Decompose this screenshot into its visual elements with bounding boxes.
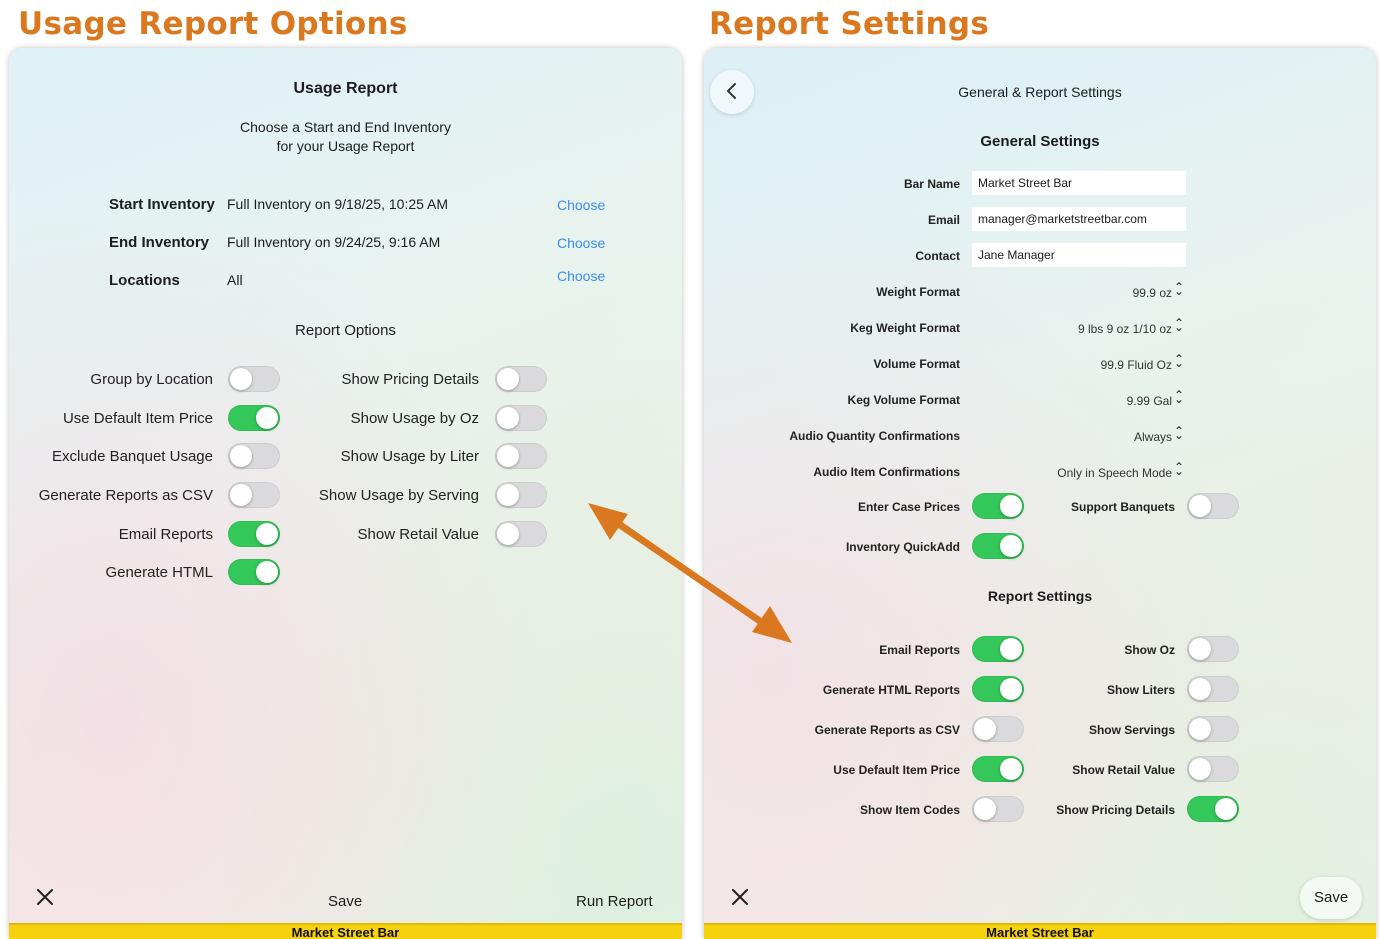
generate-html-label: Generate HTML [105,564,213,581]
save-button[interactable]: Save [1300,877,1363,919]
group-by-location-label: Group by Location [90,371,213,388]
show-pricing-details-label: Show Pricing Details [1056,803,1175,817]
use-default-item-price-toggle[interactable] [228,405,280,431]
inventory-quickadd-toggle[interactable] [972,533,1024,559]
chevron-updown-icon[interactable]: ⌃ ⌄ [1174,280,1184,308]
end-inventory-label: End Inventory [109,234,210,251]
exclude-banquet-usage-toggle[interactable] [228,443,280,469]
show-usage-by-serving-toggle[interactable] [495,482,547,508]
show-servings-toggle[interactable] [1187,716,1239,742]
show-retail-value-toggle[interactable] [1187,756,1239,782]
report-settings-header: Report Settings [987,588,1093,604]
use-default-item-price-label: Use Default Item Price [62,410,213,427]
arrow-shaft [608,515,772,631]
close-button[interactable] [730,886,750,914]
chevron-updown-icon[interactable]: ⌃ ⌄ [1174,352,1184,380]
support-banquets-toggle[interactable] [1187,493,1239,519]
venue-footer: Market Street Bar [9,923,682,939]
chevron-updown-icon[interactable]: ⌃ ⌄ [1174,424,1184,452]
start-inventory-label: Start Inventory [109,196,215,213]
page-title: Usage Report [293,80,398,97]
bar-name-field[interactable]: Market Street Bar [972,171,1186,195]
venue-footer: Market Street Bar [704,923,1376,939]
show-oz-toggle[interactable] [1187,636,1239,662]
chevron-updown-icon[interactable]: ⌃ ⌄ [1174,316,1184,344]
weight-format-value[interactable]: 99.9 oz [972,286,1172,300]
use-default-item-price-label: Use Default Item Price [833,763,960,777]
email-label: Email [927,213,960,227]
keg-volume-format-label: Keg Volume Format [847,393,960,407]
keg-weight-format-label: Keg Weight Format [850,321,960,335]
close-button[interactable] [35,886,55,914]
generate-csv-label: Generate Reports as CSV [38,487,213,504]
show-retail-value-label: Show Retail Value [1072,763,1175,777]
generate-html-toggle[interactable] [228,559,280,585]
show-usage-by-liter-label: Show Usage by Liter [340,448,479,465]
audio-quantity-confirmations-label: Audio Quantity Confirmations [789,429,960,443]
bar-name-label: Bar Name [903,177,960,191]
arrow-head-start [588,503,628,540]
page-title: General & Report Settings [958,84,1122,100]
show-retail-value-toggle[interactable] [495,521,547,547]
email-field[interactable]: manager@marketstreetbar.com [972,207,1186,231]
keg-volume-format-value[interactable]: 9.99 Gal [972,394,1172,408]
choose-start-inventory-link[interactable]: Choose [557,197,605,213]
show-pricing-details-toggle[interactable] [495,366,547,392]
volume-format-label: Volume Format [873,357,960,371]
usage-report-panel: Usage Report Choose a Start and End Inve… [9,48,682,939]
group-by-location-toggle[interactable] [228,366,280,392]
arrow-head-end [752,606,792,643]
report-options-header: Report Options [295,322,396,339]
show-liters-label: Show Liters [1106,683,1175,697]
generate-csv-toggle[interactable] [228,482,280,508]
locations-label: Locations [109,272,180,289]
keg-weight-format-value[interactable]: 9 lbs 9 oz 1/10 oz [972,322,1172,336]
show-item-codes-label: Show Item Codes [859,803,960,817]
show-usage-by-liter-toggle[interactable] [495,443,547,469]
choose-end-inventory-link[interactable]: Choose [557,235,605,251]
show-usage-by-oz-toggle[interactable] [495,405,547,431]
email-reports-label: Email Reports [118,526,213,543]
close-icon [732,889,748,905]
show-oz-label: Show Oz [1124,643,1175,657]
generate-csv-label: Generate Reports as CSV [814,723,960,737]
audio-quantity-confirmations-value[interactable]: Always [972,430,1172,444]
save-button[interactable]: Save [328,893,362,910]
right-heading: Report Settings [709,6,990,42]
general-settings-header: General Settings [980,133,1100,150]
end-inventory-value: Full Inventory on 9/24/25, 9:16 AM [227,234,441,250]
weight-format-label: Weight Format [876,285,960,299]
subtitle-line-2: for your Usage Report [276,138,415,154]
show-liters-toggle[interactable] [1187,676,1239,702]
run-report-button[interactable]: Run Report [576,893,653,910]
volume-format-value[interactable]: 99.9 Fluid Oz [972,358,1172,372]
exclude-banquet-usage-label: Exclude Banquet Usage [52,448,213,465]
show-retail-value-label: Show Retail Value [357,526,479,543]
left-heading: Usage Report Options [18,6,408,42]
close-icon [37,889,53,905]
double-arrow-icon [588,503,792,643]
choose-locations-link[interactable]: Choose [557,268,605,284]
start-inventory-value: Full Inventory on 9/18/25, 10:25 AM [227,196,449,212]
contact-label: Contact [915,249,960,263]
email-reports-toggle[interactable] [228,521,280,547]
audio-item-confirmations-label: Audio Item Confirmations [813,465,960,479]
subtitle-line-1: Choose a Start and End Inventory [240,119,451,135]
locations-value: All [227,272,243,288]
generate-html-reports-label: Generate HTML Reports [822,683,960,697]
show-pricing-details-toggle[interactable] [1187,796,1239,822]
chevron-updown-icon[interactable]: ⌃ ⌄ [1174,460,1184,488]
show-pricing-details-label: Show Pricing Details [341,371,479,388]
audio-item-confirmations-value[interactable]: Only in Speech Mode [972,466,1172,480]
show-servings-label: Show Servings [1088,723,1175,737]
show-usage-by-serving-label: Show Usage by Serving [318,487,479,504]
show-usage-by-oz-label: Show Usage by Oz [350,410,479,427]
contact-field[interactable]: Jane Manager [972,243,1186,267]
settings-panel: General & Report Settings General Settin… [704,48,1376,939]
chevron-updown-icon[interactable]: ⌃ ⌄ [1174,388,1184,416]
support-banquets-label: Support Banquets [1071,500,1175,514]
